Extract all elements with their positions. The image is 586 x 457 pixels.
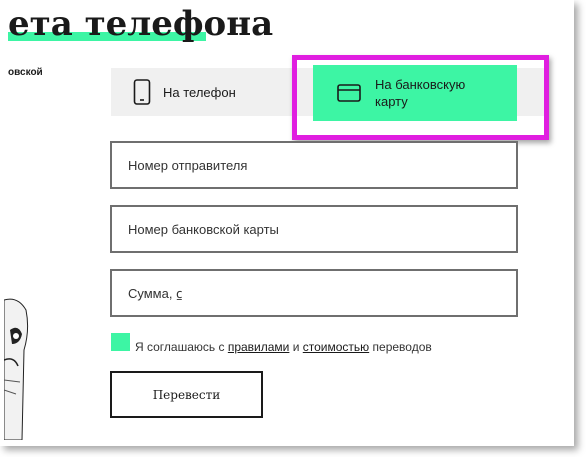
- amount-input[interactable]: [112, 285, 516, 301]
- agreement-checkbox[interactable]: [111, 333, 130, 351]
- side-text-fragment: овской: [8, 67, 43, 78]
- sender-number-field[interactable]: [110, 141, 518, 189]
- transfer-button[interactable]: Перевести: [110, 371, 263, 418]
- card-number-input[interactable]: [112, 221, 516, 237]
- phone-icon: [133, 79, 151, 105]
- cost-link[interactable]: стоимостью: [303, 340, 369, 354]
- screenshot-frame: ета телефона овской На телефон На банков…: [0, 0, 574, 446]
- annotation-highlight-box: [292, 55, 549, 140]
- tab-to-phone[interactable]: На телефон: [111, 68, 301, 116]
- agreement-text-before: Я соглашаюсь с: [135, 340, 228, 354]
- sender-number-input[interactable]: [112, 157, 516, 173]
- amount-field[interactable]: [110, 269, 518, 317]
- mascot-image: [4, 298, 29, 440]
- page-title: ета телефона: [8, 4, 274, 44]
- agreement-text: Я соглашаюсь с правилами и стоимостью пе…: [135, 340, 432, 354]
- card-number-field[interactable]: [110, 205, 518, 253]
- rules-link[interactable]: правилами: [228, 340, 290, 354]
- tab-to-phone-label: На телефон: [163, 84, 236, 100]
- agreement-text-after: переводов: [369, 340, 432, 354]
- agreement-text-middle: и: [289, 340, 303, 354]
